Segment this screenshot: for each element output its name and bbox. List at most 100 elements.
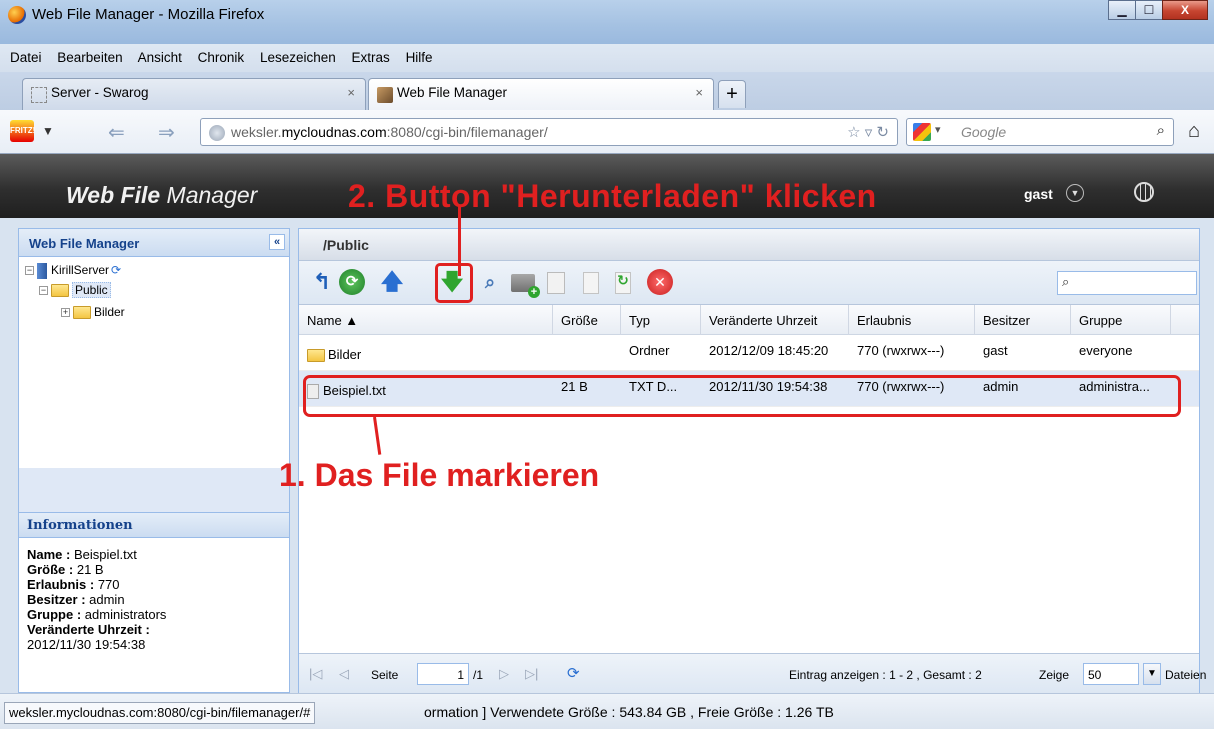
collapse-panel-button[interactable]: «	[269, 234, 285, 250]
info-key: Größe	[27, 562, 66, 577]
right-panel: /Public ↰ ⟳ 🡅 🡇 ⌕ ↻ ✕ ⌕ Name ▲ Größe Typ…	[279, 228, 1206, 693]
annotation-step1: 1. Das File markieren	[279, 457, 600, 493]
google-icon[interactable]	[913, 123, 931, 141]
search-icon[interactable]: ⌕	[477, 269, 503, 295]
page-size-select[interactable]: 50	[1083, 663, 1139, 685]
tab-server-swarog[interactable]: Server - Swarog ×	[22, 78, 366, 110]
menu-bearbeiten[interactable]: Bearbeiten	[57, 50, 122, 65]
close-window-button[interactable]: X	[1162, 0, 1208, 20]
left-panel-title: Web File Manager	[29, 236, 140, 251]
tree-toggle-icon[interactable]: −	[39, 286, 48, 296]
rename-icon[interactable]	[547, 272, 565, 294]
chevron-down-icon[interactable]: ▼	[1143, 663, 1161, 685]
page-icon	[31, 87, 47, 103]
first-page-icon[interactable]: |◁	[309, 666, 322, 682]
tree-label: Bilder	[94, 305, 125, 319]
refresh-icon[interactable]: ⟳	[111, 261, 121, 279]
dropdown-icon[interactable]: ▼	[42, 124, 54, 138]
info-owner: Besitzer : admin	[27, 592, 125, 607]
file-name: Bilder	[328, 347, 362, 362]
cell-group: everyone	[1079, 343, 1133, 358]
back-icon[interactable]: ↰	[309, 269, 335, 295]
bookmark-star-icon[interactable]: ☆ ▿ ↻	[847, 123, 889, 141]
upload-arrow-icon[interactable]: 🡅	[379, 269, 405, 295]
menu-chronik[interactable]: Chronik	[198, 50, 245, 65]
search-engine-dropdown-icon[interactable]: ▾	[935, 123, 941, 136]
tree-label: Public	[72, 282, 111, 298]
tree-node-public[interactable]: − Public	[39, 281, 111, 299]
column-permission[interactable]: Erlaubnis	[849, 305, 975, 335]
cell-permission: 770 (rwxrwx---)	[857, 343, 945, 358]
column-owner[interactable]: Besitzer	[975, 305, 1071, 335]
menu-datei[interactable]: Datei	[10, 50, 42, 65]
filter-search-icon: ⌕	[1062, 274, 1070, 289]
refresh-icon[interactable]: ⟳	[339, 269, 365, 295]
column-group[interactable]: Gruppe	[1071, 305, 1171, 335]
tree-node-bilder[interactable]: + Bilder	[61, 303, 125, 321]
language-globe-icon[interactable]	[1134, 182, 1154, 202]
back-arrow-icon[interactable]: ⇐	[108, 120, 125, 145]
annotation-pointer-line	[373, 416, 382, 455]
tab-bar: Server - Swarog × Web File Manager × +	[0, 72, 1214, 110]
filter-input[interactable]: ⌕	[1057, 271, 1197, 295]
tree-toggle-icon[interactable]: +	[61, 308, 70, 318]
info-value: Beispiel.txt	[73, 547, 137, 562]
url-bar[interactable]: weksler.mycloudnas.com:8080/cgi-bin/file…	[200, 118, 898, 146]
folder-icon	[73, 306, 91, 320]
tab-web-file-manager[interactable]: Web File Manager ×	[368, 78, 714, 110]
folder-icon	[51, 284, 69, 298]
search-bar[interactable]: ▾ Google ⌕	[906, 118, 1174, 146]
maximize-button[interactable]: ☐	[1135, 0, 1163, 20]
annotation-pointer-line-2	[458, 206, 461, 276]
tree-node-kirillserver[interactable]: − KirillServer ⟳	[25, 261, 121, 279]
folder-tree: − KirillServer ⟳ − Public + Bilder	[19, 257, 289, 467]
fritz-addon-icon[interactable]: FRITZ!	[10, 120, 35, 142]
prev-page-icon[interactable]: ◁	[339, 666, 349, 682]
info-panel-body: Name : Beispiel.txt Größe : 21 B Erlaubn…	[27, 547, 166, 652]
refresh-icon[interactable]: ⟳	[567, 664, 580, 682]
info-value: admin	[89, 592, 125, 607]
left-panel-header: Web File Manager «	[19, 229, 289, 257]
tab-label: Server - Swarog	[51, 85, 149, 100]
info-size: Größe : 21 B	[27, 562, 104, 577]
tree-toggle-icon[interactable]: −	[25, 266, 34, 276]
info-panel-header: Informationen	[19, 512, 289, 538]
app-logo: Web File Manager	[66, 182, 257, 209]
forward-arrow-icon[interactable]: ⇒	[158, 120, 175, 145]
column-name[interactable]: Name ▲	[299, 305, 553, 335]
user-dropdown-icon[interactable]: ▼	[1066, 184, 1084, 202]
grid-header: Name ▲ Größe Typ Veränderte Uhrzeit Erla…	[299, 305, 1199, 335]
menu-ansicht[interactable]: Ansicht	[138, 50, 182, 65]
delete-icon[interactable]: ✕	[647, 269, 673, 295]
table-row[interactable]: Bilder Ordner 2012/12/09 18:45:20 770 (r…	[299, 335, 1199, 371]
new-tab-button[interactable]: +	[718, 80, 746, 108]
web-file-manager-icon	[377, 87, 393, 103]
page-input[interactable]: 1	[417, 663, 469, 685]
last-page-icon[interactable]: ▷|	[525, 666, 538, 682]
site-identity-icon[interactable]	[209, 125, 225, 141]
download-highlight	[435, 263, 473, 303]
column-modified[interactable]: Veränderte Uhrzeit	[701, 305, 849, 335]
page-label: Seite	[371, 668, 399, 682]
user-name: gast	[1024, 186, 1053, 202]
tab-close-icon[interactable]: ×	[347, 85, 355, 100]
column-type[interactable]: Typ	[621, 305, 701, 335]
home-icon[interactable]: ⌂	[1188, 120, 1200, 143]
new-folder-icon[interactable]	[511, 274, 540, 298]
url-host-prefix: weksler.	[231, 124, 282, 140]
minimize-button[interactable]: ▁	[1108, 0, 1136, 20]
info-key: Veränderte Uhrzeit	[27, 622, 142, 637]
menu-extras[interactable]: Extras	[352, 50, 390, 65]
upload-file-icon[interactable]: ↻	[615, 272, 631, 294]
annotation-step2: 2. Button "Herunterladen" klicken	[348, 178, 877, 214]
copy-icon[interactable]	[583, 272, 599, 294]
next-page-icon[interactable]: ▷	[499, 666, 509, 682]
window-titlebar: Web File Manager - Mozilla Firefox ▁ ☐ X	[0, 0, 1214, 44]
menu-lesezeichen[interactable]: Lesezeichen	[260, 50, 336, 65]
info-key: Gruppe	[27, 607, 74, 622]
logo-rest: Manager	[160, 182, 258, 208]
tab-close-icon[interactable]: ×	[695, 85, 703, 100]
column-size[interactable]: Größe	[553, 305, 621, 335]
menu-hilfe[interactable]: Hilfe	[406, 50, 433, 65]
search-icon[interactable]: ⌕	[1157, 122, 1165, 139]
